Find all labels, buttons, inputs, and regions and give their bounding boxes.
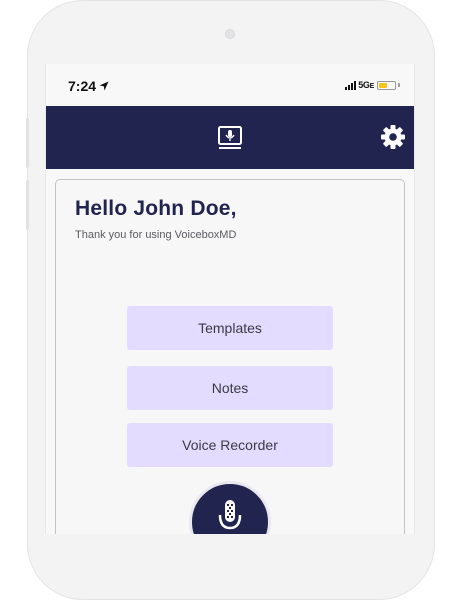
home-card: Hello John Doe, Thank you for using Voic… bbox=[55, 179, 405, 534]
time-text: 7:24 bbox=[68, 78, 97, 94]
greeting-heading: Hello John Doe, bbox=[75, 197, 237, 220]
battery-tip bbox=[398, 83, 400, 87]
voice-recorder-button[interactable]: Voice Recorder bbox=[127, 423, 333, 467]
notes-button[interactable]: Notes bbox=[127, 366, 333, 410]
battery-fill bbox=[379, 82, 388, 88]
status-bar: 7:24 5GE bbox=[46, 64, 414, 106]
volume-up-button bbox=[26, 118, 29, 168]
signal-strength-icon bbox=[345, 80, 357, 90]
settings-button[interactable] bbox=[379, 123, 407, 151]
volume-down-button bbox=[26, 180, 29, 230]
status-indicators: 5GE bbox=[345, 80, 400, 90]
network-type: 5GE bbox=[358, 80, 374, 90]
welcome-subtitle: Thank you for using VoiceboxMD bbox=[75, 229, 237, 241]
status-time: 7:24 bbox=[68, 78, 109, 94]
voicebox-logo-icon bbox=[218, 126, 242, 149]
battery-icon bbox=[377, 80, 396, 90]
record-mic-button[interactable] bbox=[189, 481, 271, 534]
microphone-icon bbox=[218, 500, 242, 530]
front-camera bbox=[225, 29, 235, 39]
gear-icon bbox=[381, 125, 405, 149]
templates-button[interactable]: Templates bbox=[127, 306, 333, 350]
phone-screen: 7:24 5GE Hello John Doe, Thank you for u… bbox=[45, 64, 415, 534]
location-arrow-icon bbox=[99, 81, 109, 91]
app-header bbox=[46, 106, 414, 169]
